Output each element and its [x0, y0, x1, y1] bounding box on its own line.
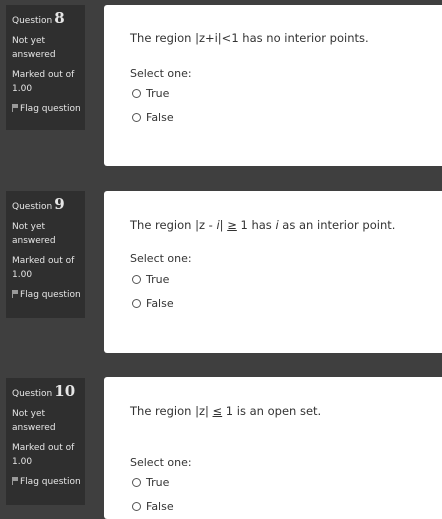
question-info-10: Question 10 Not yet answered Marked out o… [6, 378, 85, 505]
option-label: False [146, 297, 174, 310]
question-text: The region |z - i| ≥ 1 has i as an inter… [130, 218, 395, 232]
question-label: Question [12, 389, 53, 399]
flag-question-link[interactable]: Flag question [12, 102, 81, 116]
option-label: True [146, 273, 170, 286]
select-one-prompt: Select one: [130, 67, 192, 80]
question-content-9: The region |z - i| ≥ 1 has i as an inter… [104, 191, 442, 353]
question-state: Not yet answered [12, 222, 56, 246]
answer-option-false[interactable]: False [132, 111, 174, 124]
option-label: True [146, 476, 170, 489]
flag-icon [12, 290, 18, 298]
flag-label: Flag question [20, 104, 81, 114]
answer-option-false[interactable]: False [132, 500, 174, 513]
text-part: as an interior point. [278, 218, 396, 232]
radio-button[interactable] [132, 478, 141, 487]
flag-label: Flag question [20, 290, 81, 300]
radio-button[interactable] [132, 89, 141, 98]
radio-button[interactable] [132, 299, 141, 308]
flag-question-link[interactable]: Flag question [12, 475, 81, 489]
question-text: The region |z+i|<1 has no interior point… [130, 31, 369, 45]
flag-icon [12, 477, 18, 485]
question-number-value: 8 [54, 9, 65, 27]
option-label: False [146, 111, 174, 124]
geq-symbol: ≥ [227, 218, 237, 232]
text-part: The region |z| [130, 404, 213, 418]
radio-button[interactable] [132, 113, 141, 122]
question-number-8: Question 8 [12, 11, 81, 28]
option-label: False [146, 500, 174, 513]
question-grade: Marked out of 1.00 [12, 256, 75, 280]
question-label: Question [12, 202, 53, 212]
question-content-10: The region |z| ≤ 1 is an open set. Selec… [104, 377, 442, 519]
text-part: The region |z - [130, 218, 217, 232]
option-label: True [146, 87, 170, 100]
question-number-value: 10 [54, 382, 76, 400]
question-state: Not yet answered [12, 36, 56, 60]
answer-option-true[interactable]: True [132, 87, 169, 100]
question-label: Question [12, 16, 53, 26]
flag-icon [12, 104, 18, 112]
answer-option-true[interactable]: True [132, 476, 169, 489]
flag-question-link[interactable]: Flag question [12, 288, 81, 302]
question-number-9: Question 9 [12, 197, 81, 214]
select-one-prompt: Select one: [130, 456, 192, 469]
select-one-prompt: Select one: [130, 252, 192, 265]
question-grade: Marked out of 1.00 [12, 443, 75, 467]
text-part: 1 has [236, 218, 276, 232]
question-state: Not yet answered [12, 409, 56, 433]
question-info-8: Question 8 Not yet answered Marked out of… [6, 5, 85, 130]
answer-option-true[interactable]: True [132, 273, 169, 286]
leq-symbol: ≤ [212, 404, 223, 418]
question-number-10: Question 10 [12, 384, 81, 401]
flag-label: Flag question [20, 477, 81, 487]
text-part: 1 is an open set. [222, 404, 322, 418]
question-grade: Marked out of 1.00 [12, 70, 75, 94]
radio-button[interactable] [132, 502, 141, 511]
question-number-value: 9 [54, 195, 65, 213]
answer-option-false[interactable]: False [132, 297, 174, 310]
question-text: The region |z| ≤ 1 is an open set. [130, 404, 321, 418]
question-info-9: Question 9 Not yet answered Marked out of… [6, 191, 85, 318]
question-content-8: The region |z+i|<1 has no interior point… [104, 5, 442, 166]
radio-button[interactable] [132, 275, 141, 284]
